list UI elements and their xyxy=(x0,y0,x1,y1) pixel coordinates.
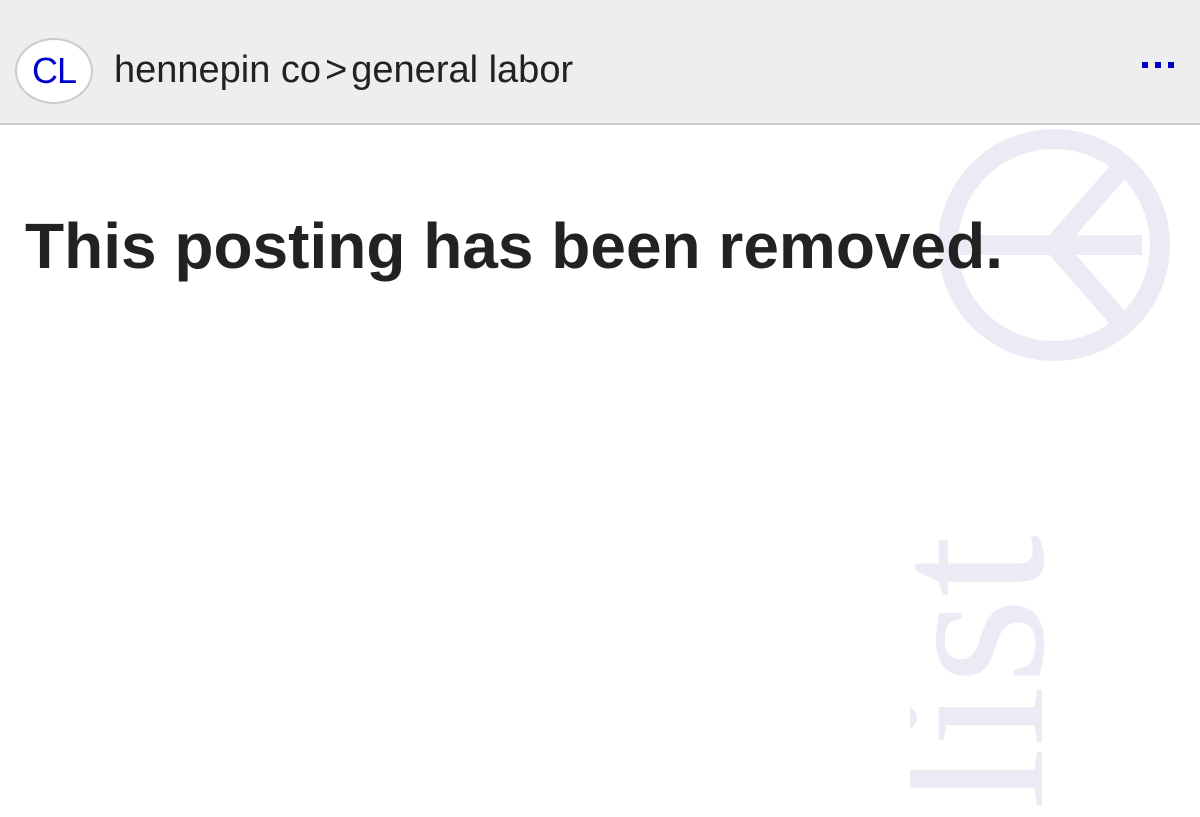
logo-text: CL xyxy=(31,50,77,91)
breadcrumb-category-link[interactable]: general labor xyxy=(351,49,573,91)
watermark-text: list xyxy=(910,535,1091,810)
breadcrumb-area-link[interactable]: hennepin co xyxy=(114,49,321,91)
site-header: CL hennepin co > general labor xyxy=(0,0,1200,125)
more-dots-icon[interactable] xyxy=(1130,48,1186,84)
breadcrumb-separator: > xyxy=(325,49,348,91)
craigslist-logo-link[interactable]: CL xyxy=(15,38,93,104)
breadcrumb: hennepin co > general labor xyxy=(114,48,573,92)
posting-removed-message: This posting has been removed. xyxy=(25,210,1003,282)
